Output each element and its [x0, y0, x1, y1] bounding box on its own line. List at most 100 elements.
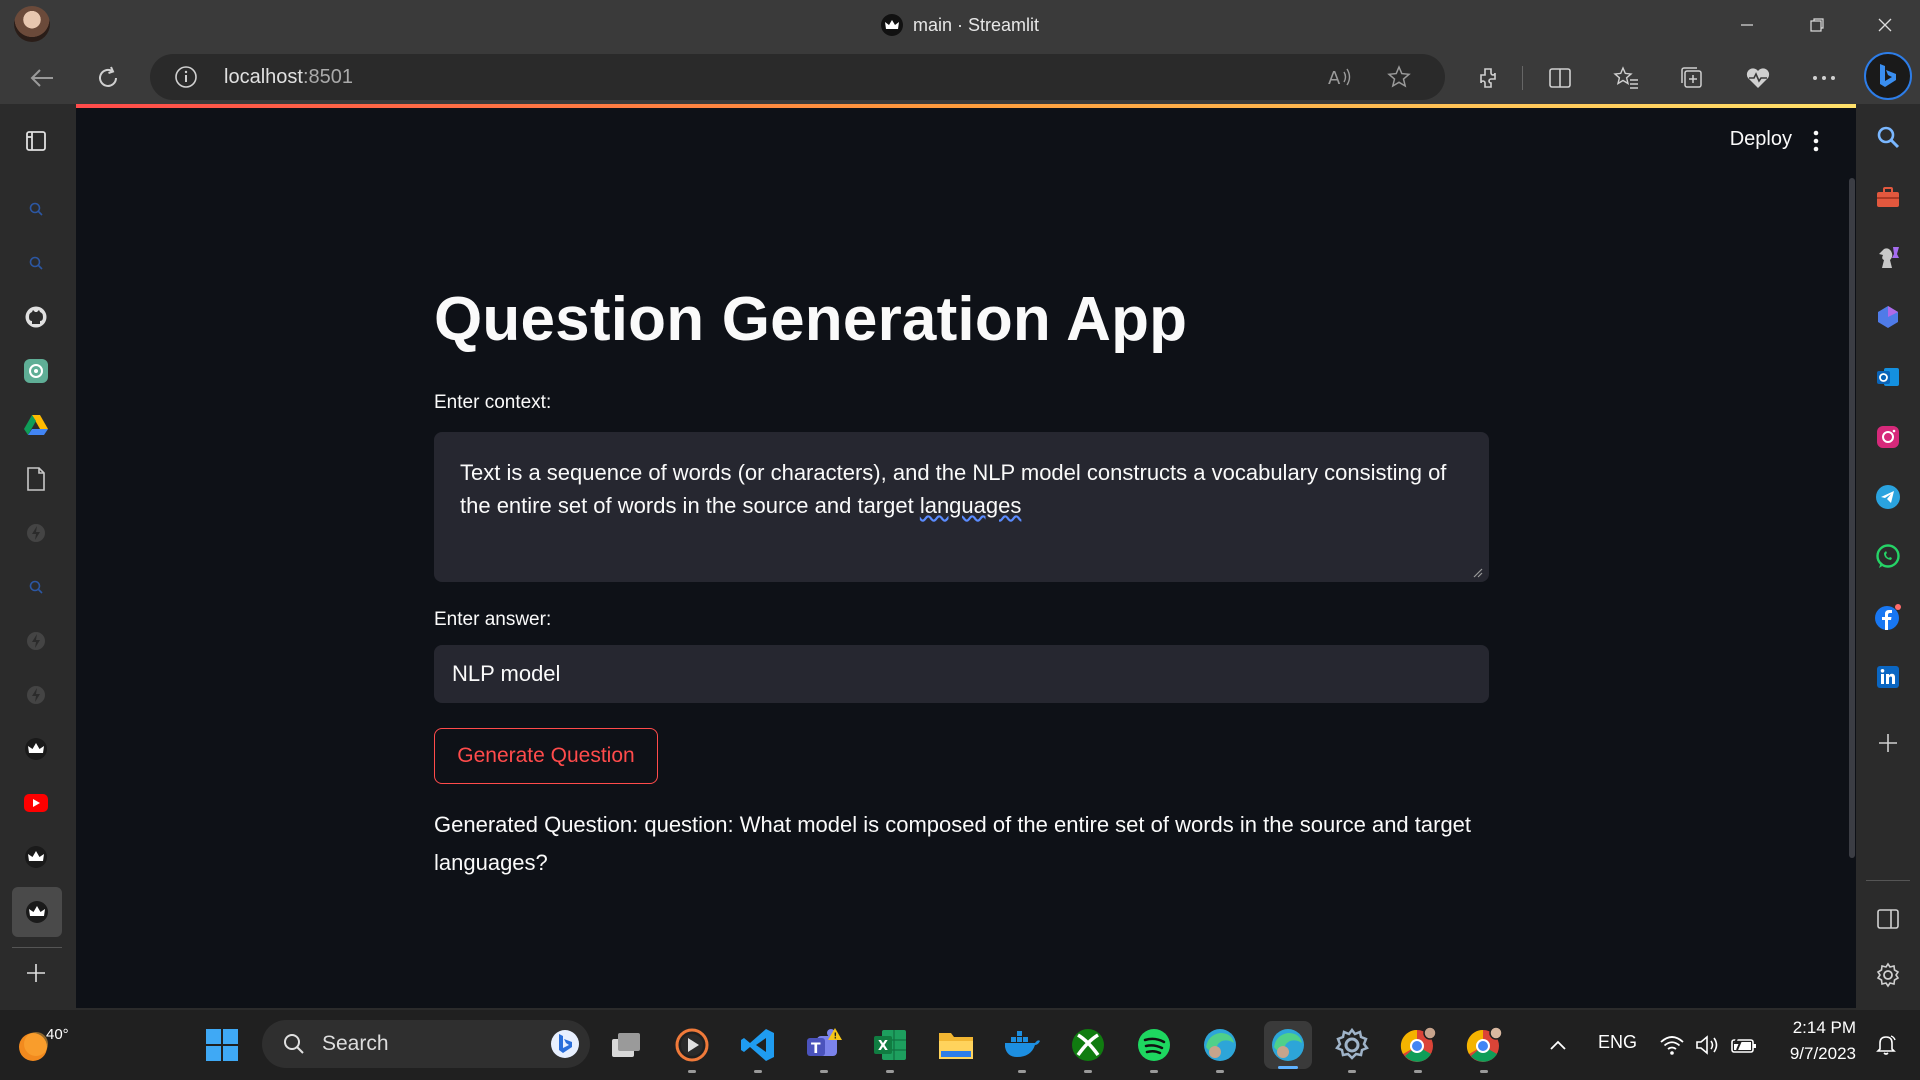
url-text[interactable]: localhost:8501 — [224, 54, 353, 100]
tab-search-icon[interactable] — [19, 570, 53, 604]
tab-streamlit-icon[interactable] — [19, 840, 53, 874]
favorites-icon[interactable] — [1606, 58, 1646, 98]
input-language-indicator[interactable]: ENG — [1598, 1032, 1637, 1053]
new-tab-plus-icon[interactable] — [19, 956, 53, 990]
instagram-icon[interactable] — [1871, 420, 1905, 454]
generate-question-button[interactable]: Generate Question — [434, 728, 658, 784]
sidebar-divider — [1866, 880, 1910, 881]
tab-document-icon[interactable] — [19, 462, 53, 496]
windows-start-icon[interactable] — [202, 1025, 242, 1065]
running-indicator — [1216, 1070, 1224, 1073]
collections-icon[interactable] — [1672, 58, 1712, 98]
minimize-button[interactable] — [1712, 0, 1782, 50]
sidebar-divider — [12, 947, 62, 948]
browser-essentials-icon[interactable] — [1738, 58, 1778, 98]
chrome-profile-icon[interactable] — [1398, 1025, 1438, 1073]
spotify-icon[interactable] — [1134, 1025, 1174, 1073]
tab-dark-site-icon[interactable] — [19, 516, 53, 550]
back-button[interactable] — [22, 58, 62, 98]
active-indicator — [1278, 1066, 1298, 1069]
scrollbar-thumb[interactable] — [1849, 178, 1855, 858]
edge-active-icon[interactable] — [1264, 1021, 1312, 1069]
tab-google-drive-icon[interactable] — [19, 408, 53, 442]
clock-time: 2:14 PM — [1792, 1018, 1856, 1037]
clock-date: 9/7/2023 — [1789, 1044, 1856, 1063]
running-indicator — [1018, 1070, 1026, 1073]
refresh-button[interactable] — [88, 58, 128, 98]
battery-charging-icon[interactable] — [1724, 1025, 1764, 1065]
window-title-text: main · Streamlit — [912, 14, 1040, 35]
toolbar-divider — [1522, 66, 1523, 90]
navigation-bar: localhost:8501 A — [0, 50, 1920, 104]
tab-streamlit-active-icon[interactable] — [12, 887, 62, 937]
close-button[interactable] — [1850, 0, 1920, 50]
docker-icon[interactable] — [1002, 1025, 1042, 1073]
restore-button[interactable] — [1782, 0, 1852, 50]
more-menu-icon[interactable] — [1804, 58, 1844, 98]
tab-github-icon[interactable] — [19, 300, 53, 334]
main-menu-icon[interactable] — [1806, 126, 1826, 156]
volume-icon[interactable] — [1688, 1025, 1728, 1065]
page-title: Question Generation App — [434, 285, 1188, 354]
weather-temperature: 40° — [46, 1026, 69, 1043]
tab-dark-site-icon[interactable] — [19, 678, 53, 712]
deploy-button[interactable]: Deploy — [1730, 128, 1792, 151]
weather-sun-icon — [19, 1032, 48, 1061]
vscode-icon[interactable] — [738, 1025, 778, 1073]
tools-icon[interactable] — [1871, 180, 1905, 214]
media-player-icon[interactable] — [672, 1025, 712, 1073]
running-indicator — [1150, 1070, 1158, 1073]
bing-copilot-button[interactable] — [1864, 52, 1912, 100]
site-info-icon[interactable] — [174, 65, 198, 89]
search-icon[interactable] — [1871, 120, 1905, 154]
task-view-icon[interactable] — [606, 1025, 646, 1065]
notifications-bell-icon[interactable] — [1866, 1025, 1906, 1065]
whatsapp-icon[interactable] — [1871, 540, 1905, 574]
context-text-misspelled: languages — [919, 493, 1022, 518]
search-icon — [284, 1034, 304, 1054]
add-sidebar-app-icon[interactable] — [1871, 726, 1905, 760]
games-icon[interactable] — [1871, 240, 1905, 274]
read-aloud-icon[interactable]: A — [1328, 64, 1354, 90]
resize-handle-icon[interactable] — [1473, 568, 1483, 578]
split-screen-icon[interactable] — [1540, 58, 1580, 98]
telegram-icon[interactable] — [1871, 480, 1905, 514]
copilot-icon[interactable] — [1871, 300, 1905, 334]
tab-dark-site-icon[interactable] — [19, 624, 53, 658]
xbox-icon[interactable] — [1068, 1025, 1108, 1073]
edge-profile-icon[interactable] — [1200, 1025, 1240, 1073]
settings-gear-icon[interactable] — [1332, 1025, 1372, 1073]
running-indicator — [1084, 1070, 1092, 1073]
tab-youtube-icon[interactable] — [19, 786, 53, 820]
running-indicator — [754, 1070, 762, 1073]
teams-icon[interactable]: T! — [804, 1025, 844, 1073]
running-indicator — [1414, 1070, 1422, 1073]
chrome-profile-icon[interactable] — [1464, 1025, 1504, 1073]
extensions-icon[interactable] — [1468, 58, 1508, 98]
running-indicator — [688, 1070, 696, 1073]
tab-search-icon[interactable] — [19, 192, 53, 226]
outlook-icon[interactable] — [1871, 360, 1905, 394]
sidebar-settings-icon[interactable] — [1871, 958, 1905, 992]
taskbar-search-box[interactable]: Search — [262, 1020, 590, 1068]
tab-chatgpt-icon[interactable] — [19, 354, 53, 388]
streamlit-app-area: Deploy Question Generation App Enter con… — [76, 104, 1856, 1008]
context-label: Enter context: — [434, 392, 552, 413]
context-textarea[interactable]: Text is a sequence of words (or characte… — [434, 432, 1489, 582]
wifi-icon[interactable] — [1652, 1025, 1692, 1065]
svg-text:T: T — [811, 1041, 821, 1057]
excel-icon[interactable]: X — [870, 1025, 910, 1073]
linkedin-icon[interactable] — [1871, 660, 1905, 694]
show-hidden-icons-chevron-icon[interactable] — [1538, 1025, 1578, 1065]
hide-sidebar-icon[interactable] — [1871, 902, 1905, 936]
tab-actions-icon[interactable] — [19, 124, 53, 158]
answer-input[interactable]: NLP model — [434, 645, 1489, 703]
tab-search-icon[interactable] — [19, 246, 53, 280]
window-title: main · Streamlit — [0, 0, 1920, 50]
weather-widget[interactable]: 40° — [14, 1022, 84, 1068]
address-bar[interactable]: localhost:8501 A — [150, 54, 1445, 100]
tab-streamlit-icon[interactable] — [19, 732, 53, 766]
facebook-icon[interactable] — [1871, 600, 1905, 634]
favorite-star-icon[interactable] — [1386, 64, 1412, 90]
file-explorer-icon[interactable] — [936, 1025, 976, 1065]
